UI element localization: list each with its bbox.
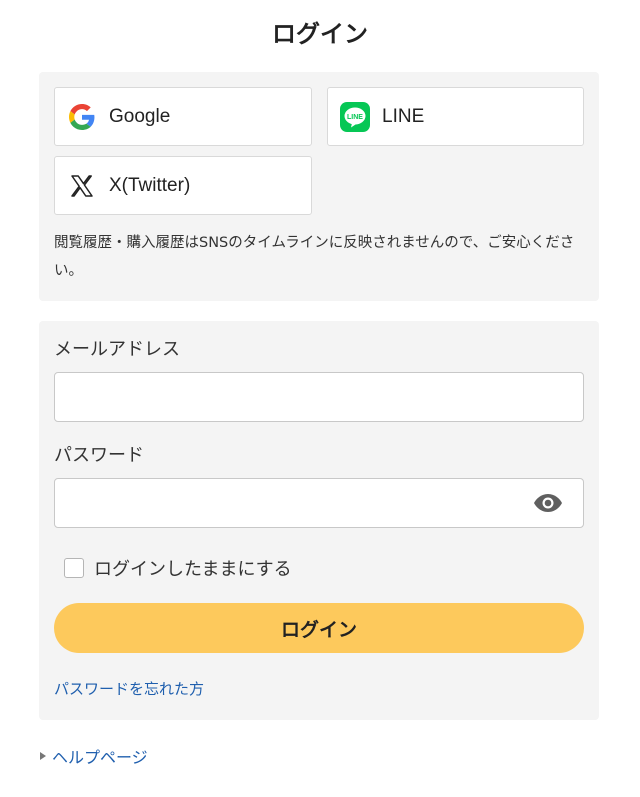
sns-login-panel: Google LINE LINE X(Twitter) 閲覧履歴・購入履歴はSN…: [39, 72, 599, 301]
x-login-button[interactable]: X(Twitter): [54, 156, 312, 215]
eye-icon: [534, 494, 562, 512]
google-icon: [67, 102, 97, 132]
email-login-panel: メールアドレス パスワード ログインしたままにする ログイン パスワードを忘れた…: [39, 321, 599, 720]
remember-me-checkbox[interactable]: [64, 558, 84, 578]
help-page-link[interactable]: ヘルプページ: [40, 745, 148, 767]
remember-me-option[interactable]: ログインしたままにする: [64, 556, 292, 580]
password-label: パスワード: [54, 445, 144, 466]
forgot-password-link[interactable]: パスワードを忘れた方: [54, 678, 204, 700]
login-page: ログイン Google LINE LINE X(Twitter) 閲覧履歴・購入…: [0, 0, 640, 797]
x-icon: [67, 171, 97, 201]
line-login-button[interactable]: LINE LINE: [327, 87, 584, 146]
line-icon: LINE: [340, 101, 370, 132]
line-icon-text: LINE: [347, 113, 363, 120]
google-login-label: Google: [109, 105, 171, 127]
remember-me-label: ログインしたままにする: [94, 559, 292, 580]
password-input[interactable]: [54, 478, 584, 528]
login-button[interactable]: ログイン: [54, 603, 584, 653]
show-password-button[interactable]: [532, 489, 564, 517]
email-input[interactable]: [54, 372, 584, 422]
help-page-label: ヘルプページ: [52, 748, 148, 767]
x-login-label: X(Twitter): [109, 174, 191, 196]
line-login-label: LINE: [382, 105, 425, 127]
page-title: ログイン: [272, 20, 368, 48]
sns-privacy-note: 閲覧履歴・購入履歴はSNSのタイムラインに反映されませんので、ご安心ください。: [54, 235, 575, 279]
triangle-right-icon: [40, 752, 46, 760]
email-label: メールアドレス: [54, 339, 180, 360]
google-login-button[interactable]: Google: [54, 87, 312, 146]
